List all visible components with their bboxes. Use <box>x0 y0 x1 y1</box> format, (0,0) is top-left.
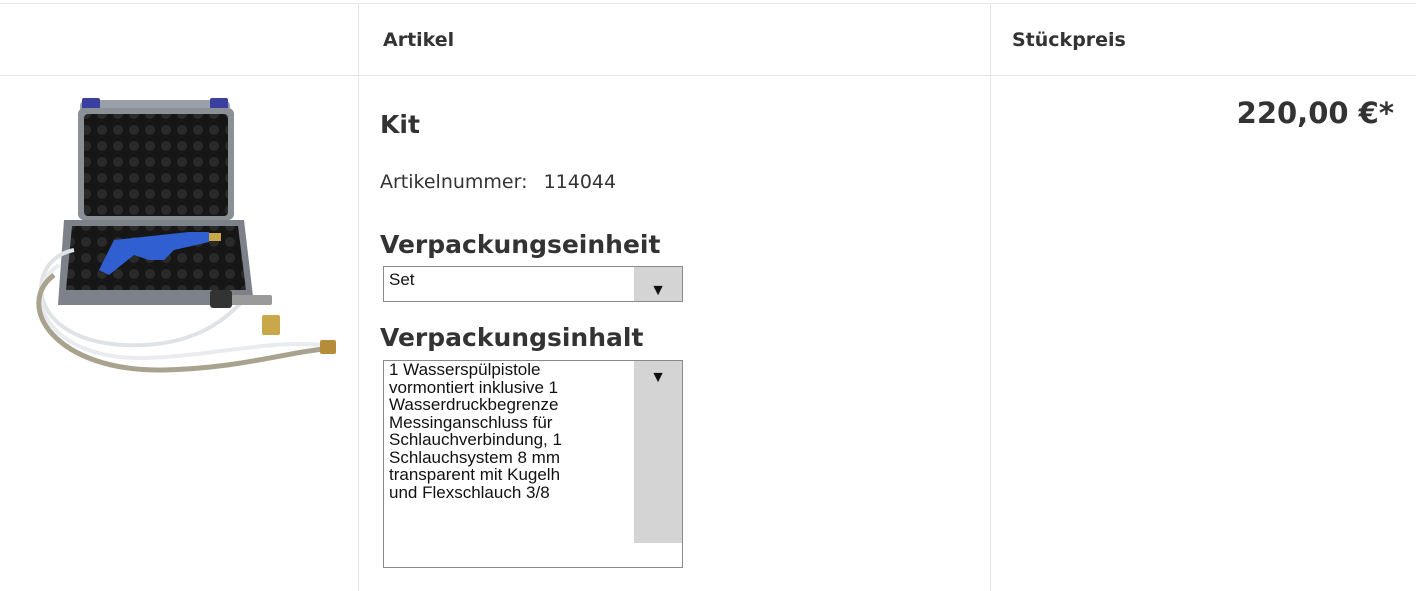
article-number-row: Artikelnummer: 114044 <box>380 171 616 193</box>
packaging-unit-title: Verpackungseinheit <box>380 230 661 259</box>
header-row-divider <box>0 75 1416 76</box>
packaging-contents-text: 1 Wasserspülpistole vormontiert inklusiv… <box>389 361 562 502</box>
unit-price: 220,00 €* <box>1236 96 1394 130</box>
product-image-graphic <box>36 98 336 373</box>
column-header-article: Artikel <box>383 29 455 51</box>
table-top-border <box>0 3 1416 4</box>
column-divider-1 <box>358 3 359 591</box>
packaging-contents-select[interactable]: 1 Wasserspülpistole vormontiert inklusiv… <box>383 360 683 568</box>
packaging-contents-title: Verpackungsinhalt <box>380 323 644 352</box>
packaging-unit-select[interactable]: Set ▼ <box>383 266 683 302</box>
article-number-label: Artikelnummer: <box>380 171 528 193</box>
article-number-value: 114044 <box>543 171 617 193</box>
column-divider-2 <box>990 3 991 591</box>
chevron-down-icon[interactable]: ▼ <box>634 267 682 301</box>
product-image[interactable] <box>14 90 344 380</box>
column-header-unit-price: Stückpreis <box>1012 29 1126 51</box>
chevron-down-icon[interactable]: ▼ <box>634 361 682 543</box>
packaging-unit-selected: Set <box>389 270 415 289</box>
product-name[interactable]: Kit <box>380 110 420 139</box>
